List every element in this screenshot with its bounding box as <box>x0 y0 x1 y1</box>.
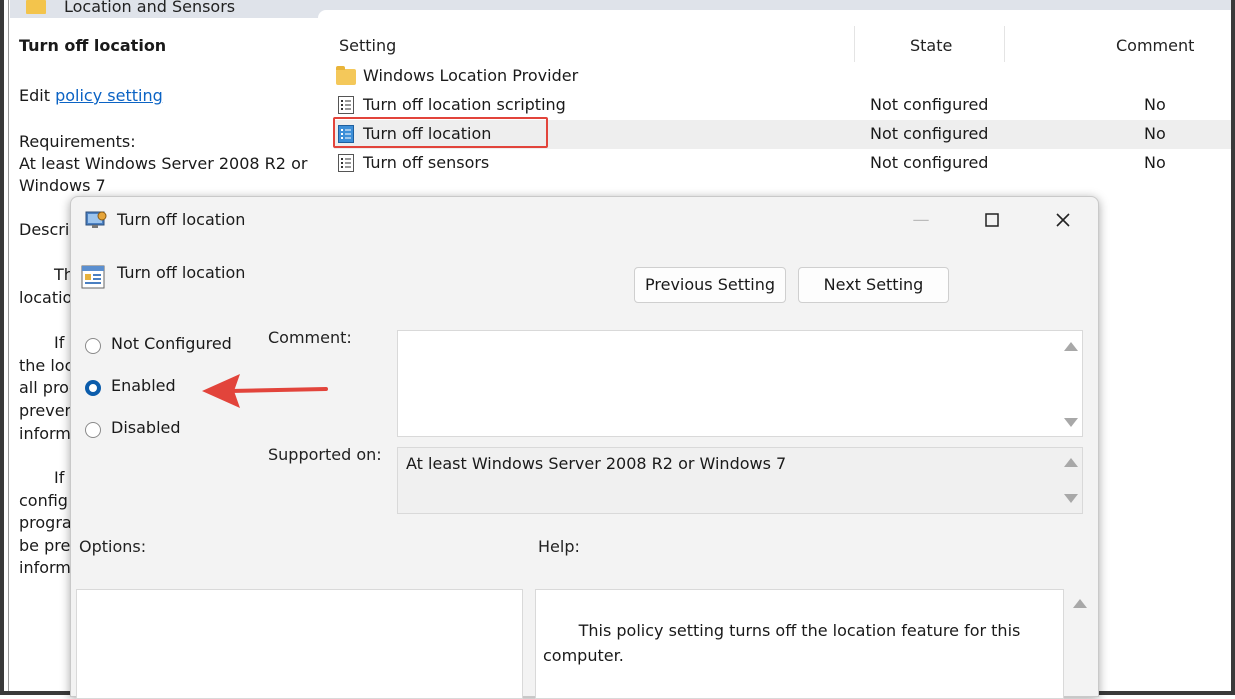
comment-scrollbar[interactable] <box>1058 331 1082 436</box>
column-separator[interactable] <box>1004 26 1005 62</box>
setting-icon <box>81 265 105 289</box>
scroll-down-icon[interactable] <box>1064 418 1078 427</box>
requirements-label: Requirements: <box>19 132 136 151</box>
policy-editor-icon <box>85 211 107 228</box>
row-name: Turn off location scripting <box>363 95 566 114</box>
previous-setting-button[interactable]: Previous Setting <box>634 267 786 303</box>
radio-not-configured[interactable]: Not Configured <box>85 334 285 360</box>
folder-icon <box>336 66 356 85</box>
edit-policy-line: Edit policy setting <box>19 86 163 105</box>
description-fragment: inform <box>19 558 71 577</box>
next-setting-button[interactable]: Next Setting <box>798 267 949 303</box>
description-fragment: If <box>54 333 65 352</box>
row-state: Not configured <box>870 124 989 143</box>
row-comment: No <box>1144 124 1166 143</box>
scroll-up-icon[interactable] <box>1064 458 1078 467</box>
scroll-down-icon[interactable] <box>1064 494 1078 503</box>
edit-prefix: Edit <box>19 86 50 105</box>
setting-name: Turn off location <box>117 263 246 282</box>
list-row-turn-off-location-scripting[interactable]: Turn off location scripting Not configur… <box>334 91 1231 120</box>
minimize-button[interactable]: — <box>899 205 943 235</box>
radio-label: Not Configured <box>111 334 232 353</box>
radio-label: Disabled <box>111 418 181 437</box>
options-panel[interactable] <box>76 589 523 699</box>
description-fragment: config <box>19 491 68 510</box>
row-name: Windows Location Provider <box>363 66 579 85</box>
help-panel: This policy setting turns off the locati… <box>535 589 1064 699</box>
list-row-turn-off-sensors[interactable]: Turn off sensors Not configured No <box>334 149 1231 178</box>
row-state: Not configured <box>870 95 989 114</box>
policy-icon <box>338 96 354 114</box>
comment-label: Comment: <box>268 328 352 347</box>
scroll-up-icon[interactable] <box>1064 342 1078 351</box>
list-row-windows-location-provider[interactable]: Windows Location Provider <box>334 62 1231 91</box>
help-label: Help: <box>538 537 580 556</box>
radio-label: Enabled <box>111 376 176 395</box>
folder-title: Location and Sensors <box>64 0 236 16</box>
scroll-up-icon[interactable] <box>1073 599 1087 608</box>
options-label: Options: <box>79 537 147 556</box>
description-fragment: If <box>54 468 65 487</box>
description-fragment: progra <box>19 513 72 532</box>
highlight-box <box>333 117 548 148</box>
policy-dialog: Turn off location — Turn off location Pr… <box>70 196 1099 699</box>
close-button[interactable] <box>1041 205 1085 235</box>
requirements-line-1: At least Windows Server 2008 R2 or <box>19 154 308 173</box>
row-comment: No <box>1144 95 1166 114</box>
radio-button[interactable] <box>85 338 101 354</box>
policy-title: Turn off location <box>19 36 167 55</box>
policy-icon <box>338 154 354 172</box>
row-state: Not configured <box>870 153 989 172</box>
pane-divider <box>8 0 9 695</box>
close-icon <box>1056 213 1070 227</box>
description-fragment: the loc <box>19 356 74 375</box>
row-comment: No <box>1144 153 1166 172</box>
help-scrollbar[interactable] <box>1067 589 1091 699</box>
maximize-icon <box>985 213 999 227</box>
list-pane-top <box>318 10 1231 24</box>
supported-on-box: At least Windows Server 2008 R2 or Windo… <box>397 447 1083 514</box>
description-fragment: preven <box>19 401 75 420</box>
supported-on-value: At least Windows Server 2008 R2 or Windo… <box>406 454 787 473</box>
supported-on-label: Supported on: <box>268 445 382 464</box>
help-text: This policy setting turns off the locati… <box>543 621 1021 665</box>
radio-button-selected[interactable] <box>85 380 101 396</box>
window-border-right <box>1231 0 1235 695</box>
policy-setting-link[interactable]: policy setting <box>55 86 163 105</box>
column-header-comment[interactable]: Comment <box>1116 36 1194 55</box>
radio-button[interactable] <box>85 422 101 438</box>
supported-scrollbar[interactable] <box>1058 448 1082 513</box>
annotation-arrow-icon <box>202 374 328 408</box>
window-border-left <box>0 0 4 695</box>
column-separator[interactable] <box>854 26 855 62</box>
description-fragment: inform <box>19 424 71 443</box>
requirements-line-2: Windows 7 <box>19 176 106 195</box>
dialog-title: Turn off location <box>117 210 246 229</box>
row-name: Turn off sensors <box>363 153 490 172</box>
description-fragment: be pre <box>19 536 71 555</box>
comment-textbox[interactable] <box>397 330 1083 437</box>
folder-icon <box>26 0 46 14</box>
radio-disabled[interactable]: Disabled <box>85 418 285 444</box>
column-header-state[interactable]: State <box>910 36 952 55</box>
maximize-button[interactable] <box>970 205 1014 235</box>
description-fragment: locatio <box>19 288 73 307</box>
requirements-block: Requirements: At least Windows Server 20… <box>19 131 307 197</box>
column-header-setting[interactable]: Setting <box>339 36 396 55</box>
